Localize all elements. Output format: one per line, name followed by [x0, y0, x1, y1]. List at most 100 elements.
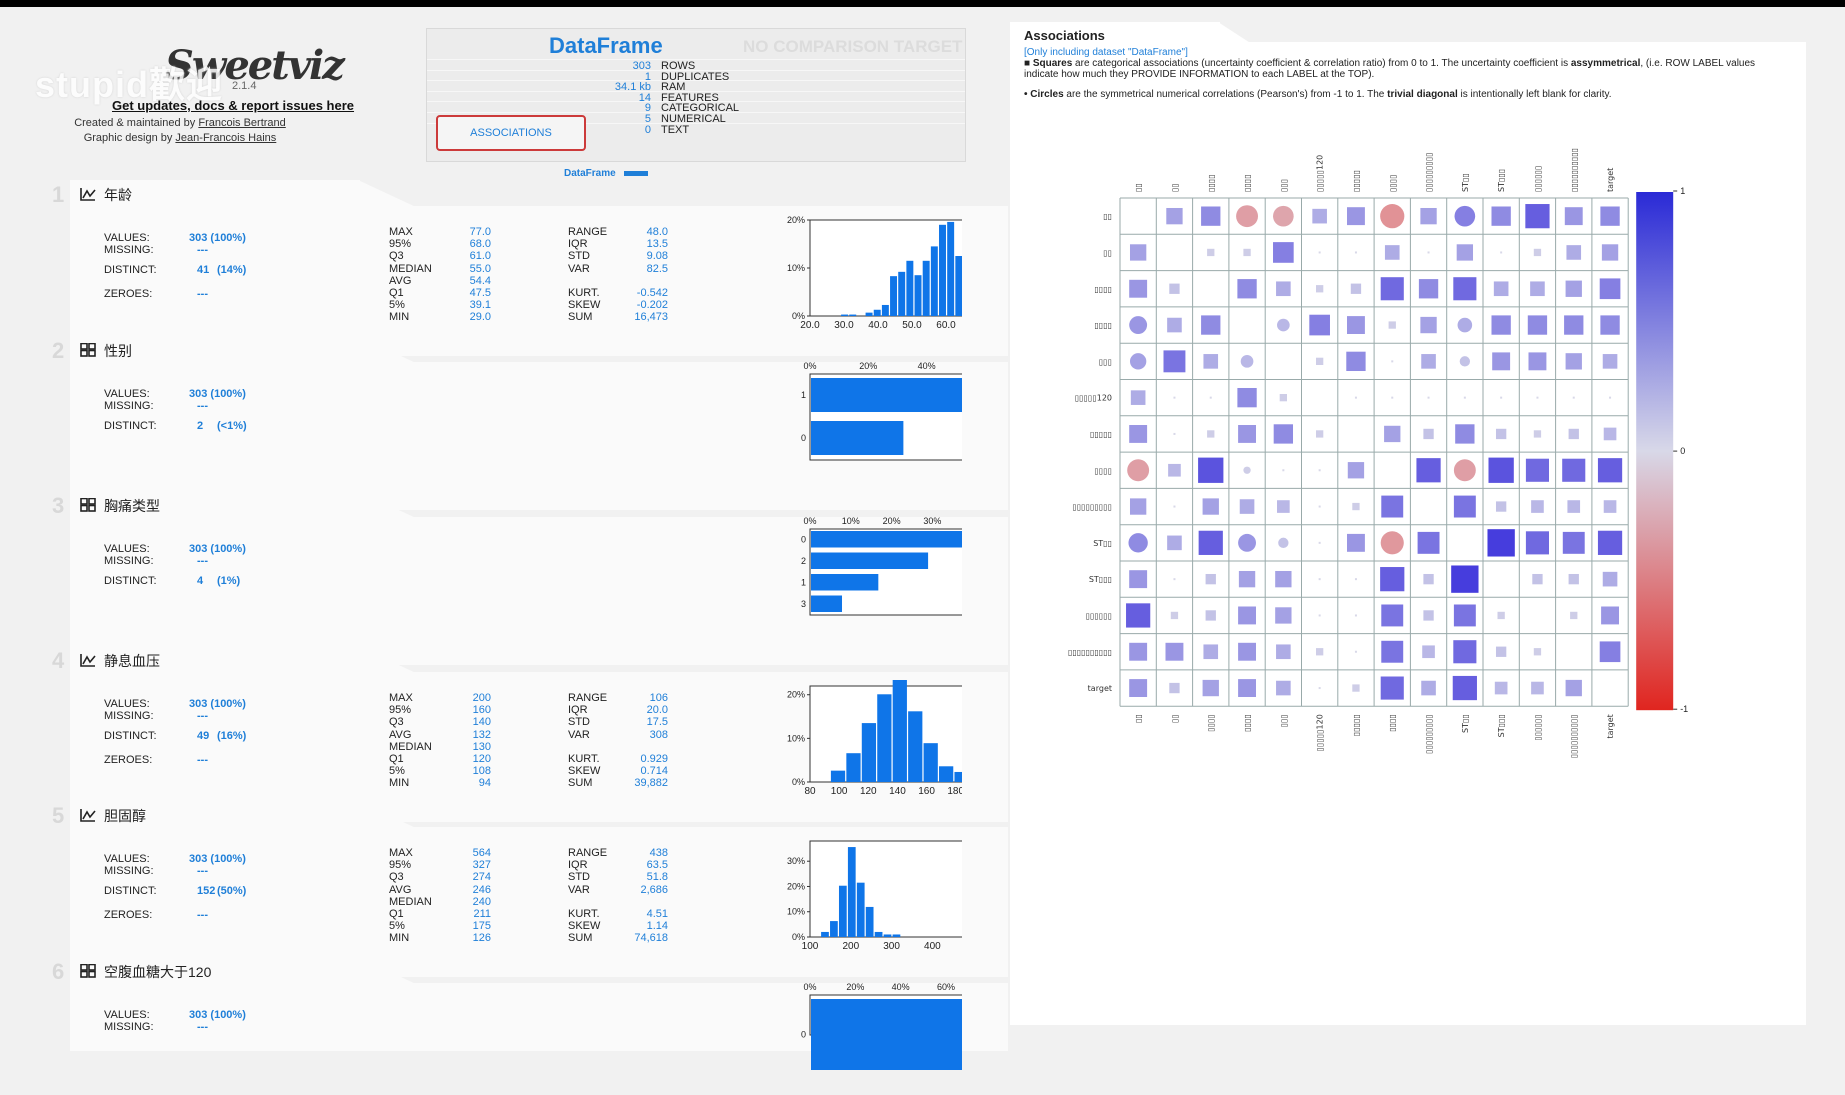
x-tick-label: 0% — [803, 361, 816, 371]
stat-row: 95% 327 — [389, 859, 529, 871]
distinct-value: 49 — [197, 730, 210, 742]
stat-row: MIN 29.0 — [389, 311, 529, 323]
correlation-circle — [1457, 317, 1473, 333]
note-squares-bold: ■ Squares — [1024, 58, 1073, 69]
association-square — [1273, 242, 1294, 263]
values-label: VALUES: — [104, 853, 150, 865]
association-square — [1528, 352, 1547, 371]
distinct-percent: (50%) — [217, 885, 247, 897]
stat-row: Q1 120 — [389, 753, 529, 765]
association-square — [1347, 533, 1365, 552]
association-square — [1488, 457, 1514, 483]
stat-label: Q3 — [389, 716, 404, 729]
designer-link[interactable]: Jean-Francois Hains — [175, 132, 276, 144]
values-value: 303 (100%) — [189, 232, 246, 244]
histogram-bar — [830, 921, 838, 937]
stat-row: SUM 39,882 — [568, 777, 668, 789]
correlation-circle — [1454, 205, 1476, 227]
association-square — [1207, 430, 1215, 438]
x-tick-label: 160 — [918, 786, 935, 797]
line-chart-icon — [80, 809, 96, 822]
author-link[interactable]: Francois Bertrand — [198, 117, 285, 129]
row-label: ST▯▯▯ — [1089, 575, 1112, 584]
missing-value: --- — [197, 865, 208, 877]
column-label-bottom: ▯▯▯▯▯120 — [1316, 714, 1325, 751]
distinct-percent: (16%) — [217, 730, 247, 742]
category-label: 1 — [801, 577, 806, 587]
legend-swatch — [623, 170, 648, 176]
association-square — [1384, 425, 1401, 443]
association-square — [1201, 315, 1221, 335]
column-label-bottom: ST▯▯ — [1461, 714, 1470, 733]
histogram-bar — [892, 934, 901, 937]
association-square — [1238, 642, 1256, 661]
association-square — [1453, 604, 1476, 627]
association-square — [1532, 573, 1543, 585]
correlation-circle — [1129, 353, 1147, 370]
association-square — [1129, 244, 1147, 261]
distinct-value: 152 — [197, 885, 216, 897]
design-prefix: Graphic design by — [83, 132, 176, 144]
stat-row: IQR 63.5 — [568, 859, 668, 871]
stat-label: 5% — [389, 765, 405, 778]
association-square — [1423, 573, 1434, 585]
association-square — [1567, 500, 1581, 513]
stat-label: MIN — [389, 932, 410, 945]
association-square — [1453, 640, 1477, 664]
x-tick-label: 100 — [831, 786, 848, 797]
category-label: 0 — [801, 534, 806, 544]
stat-row: MAX 77.0 — [389, 226, 529, 238]
association-square — [1318, 469, 1321, 472]
feature-number: 6 — [52, 959, 65, 984]
stat-row: IQR 20.0 — [568, 704, 668, 716]
stat-value: 39,882 — [634, 777, 668, 790]
association-square — [1276, 644, 1291, 660]
stat-label: AVG — [389, 728, 412, 741]
association-square — [1381, 640, 1404, 663]
stat-value: 126 — [472, 932, 491, 945]
correlation-circle — [1127, 459, 1150, 482]
association-square — [1173, 396, 1176, 399]
row-label: ▯▯▯▯ — [1094, 321, 1112, 330]
feature-tab-slant — [358, 957, 418, 985]
column-label-top: ▯▯ — [1170, 183, 1179, 192]
histogram-bar — [830, 770, 846, 782]
stat-label: MIN — [389, 777, 410, 790]
associations-button[interactable]: ASSOCIATIONS — [436, 115, 586, 151]
correlation-circle — [1277, 318, 1290, 332]
zeroes-label: ZEROES: — [104, 288, 153, 300]
category-bar — [811, 552, 929, 569]
stat-label: MEDIAN — [389, 895, 432, 908]
histogram-bar — [874, 931, 883, 937]
stat-value: 29.0 — [469, 311, 491, 324]
association-square — [1562, 531, 1585, 554]
histogram-bar — [930, 246, 938, 316]
stat-row: Q3 61.0 — [389, 250, 529, 262]
legend-label: DataFrame — [564, 168, 616, 179]
updates-link[interactable]: Get updates, docs & report issues here — [112, 98, 354, 113]
feature-tab-slant — [358, 180, 418, 208]
association-square — [1173, 578, 1176, 581]
version-label: 2.1.4 — [232, 80, 257, 92]
stat-value: 77.0 — [469, 226, 491, 238]
colorbar-label: 1 — [1680, 186, 1685, 196]
stat-label: SUM — [568, 932, 593, 945]
histogram-bar — [906, 260, 914, 316]
zeroes-value: --- — [197, 754, 208, 766]
association-square — [1275, 570, 1292, 588]
x-tick-label: 0% — [803, 982, 816, 992]
association-square — [1238, 425, 1256, 443]
histogram-bar — [898, 271, 906, 316]
stat-row: MAX 564 — [389, 847, 529, 859]
brand-header: Sweetviz stupid歡迎 2.1.4 Get updates, doc… — [20, 36, 420, 146]
association-square — [1422, 645, 1435, 659]
stat-label: 95% — [389, 704, 412, 717]
feature-chart: 0%20%40%60%10 — [801, 361, 962, 461]
association-square — [1238, 570, 1256, 588]
feature-chart: 0%10%20%30%40%0213 — [801, 516, 962, 616]
association-square — [1568, 573, 1579, 585]
association-square — [1239, 499, 1255, 514]
line-chart-icon — [80, 188, 96, 201]
y-tick-label: 20% — [787, 215, 805, 225]
y-tick-label: 0% — [792, 311, 805, 321]
